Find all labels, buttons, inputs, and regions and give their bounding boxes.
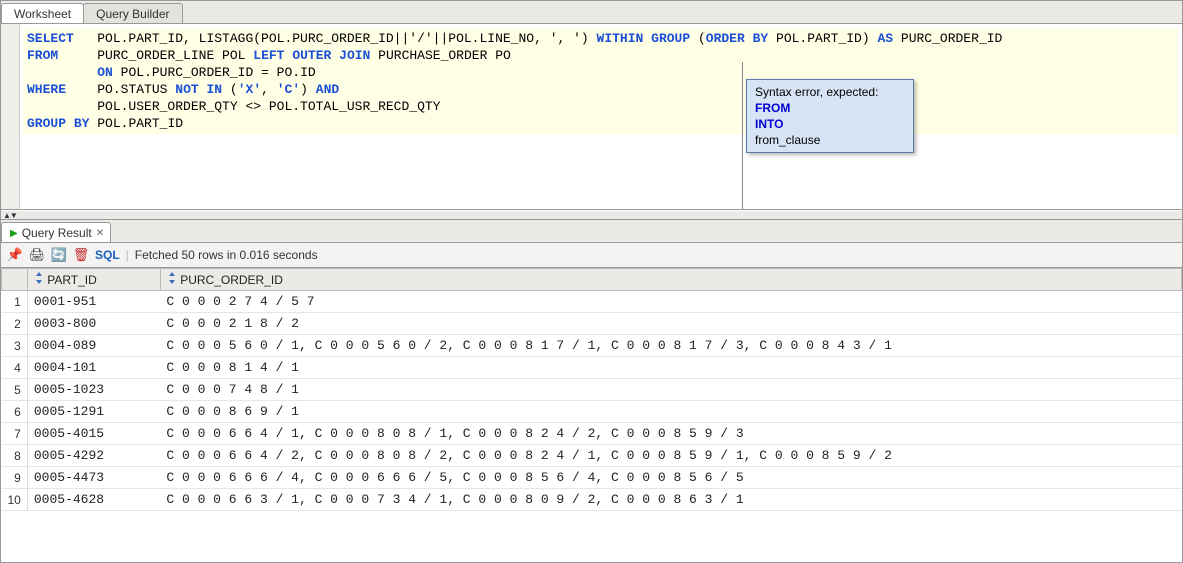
row-number: 9 (2, 467, 28, 489)
table-row[interactable]: 50005-1023C 0 0 0 7 4 8 / 1 (2, 379, 1182, 401)
row-number: 10 (2, 489, 28, 511)
tab-query-result[interactable]: ▶ Query Result ✕ (1, 222, 111, 242)
cell-part-id[interactable]: 0005-4628 (27, 489, 160, 511)
cell-purc-order-id[interactable]: C 0 0 0 6 6 4 / 1, C 0 0 0 8 0 8 / 1, C … (160, 423, 1181, 445)
cell-part-id[interactable]: 0005-4473 (27, 467, 160, 489)
table-row[interactable]: 20003-800C 0 0 0 2 1 8 / 2 (2, 313, 1182, 335)
table-row[interactable]: 40004-101C 0 0 0 8 1 4 / 1 (2, 357, 1182, 379)
row-number: 3 (2, 335, 28, 357)
caret-line (742, 62, 743, 209)
cell-part-id[interactable]: 0005-1291 (27, 401, 160, 423)
table-row[interactable]: 60005-1291C 0 0 0 8 6 9 / 1 (2, 401, 1182, 423)
cell-part-id[interactable]: 0004-101 (27, 357, 160, 379)
cell-purc-order-id[interactable]: C 0 0 0 2 1 8 / 2 (160, 313, 1181, 335)
refresh-icon[interactable]: 🔄 (51, 247, 67, 263)
cell-part-id[interactable]: 0003-800 (27, 313, 160, 335)
print-icon[interactable]: 🖨 (29, 247, 45, 263)
syntax-error-tooltip: Syntax error, expected: FROM INTO from_c… (746, 79, 914, 153)
kw-not: NOT (175, 82, 198, 97)
row-number: 2 (2, 313, 28, 335)
sql-editor[interactable]: SELECT POL.PART_ID, LISTAGG(POL.PURC_ORD… (1, 24, 1182, 210)
row-number: 8 (2, 445, 28, 467)
tooltip-opt-from: FROM (755, 100, 905, 116)
row-number: 6 (2, 401, 28, 423)
sort-icon (34, 272, 44, 284)
sql-code[interactable]: SELECT POL.PART_ID, LISTAGG(POL.PURC_ORD… (23, 28, 1178, 134)
play-icon: ▶ (10, 228, 18, 239)
cell-purc-order-id[interactable]: C 0 0 0 6 6 6 / 4, C 0 0 0 6 6 6 / 5, C … (160, 467, 1181, 489)
tooltip-title: Syntax error, expected: (755, 84, 905, 100)
cell-part-id[interactable]: 0005-1023 (27, 379, 160, 401)
cell-part-id[interactable]: 0005-4292 (27, 445, 160, 467)
tab-query-builder[interactable]: Query Builder (83, 3, 182, 23)
kw-on: ON (97, 65, 113, 80)
toolbar-separator: | (126, 248, 129, 262)
cell-purc-order-id[interactable]: C 0 0 0 8 6 9 / 1 (160, 401, 1181, 423)
tab-query-result-label: Query Result (22, 226, 92, 240)
cell-purc-order-id[interactable]: C 0 0 0 6 6 4 / 2, C 0 0 0 8 0 8 / 2, C … (160, 445, 1181, 467)
cell-part-id[interactable]: 0001-951 (27, 291, 160, 313)
tooltip-opt-into: INTO (755, 116, 905, 132)
cell-purc-order-id[interactable]: C 0 0 0 7 4 8 / 1 (160, 379, 1181, 401)
sql-link[interactable]: SQL (95, 248, 120, 262)
editor-gutter (1, 24, 20, 209)
close-icon[interactable]: ✕ (96, 228, 104, 239)
delete-icon[interactable]: 🗑 (73, 247, 89, 263)
table-row[interactable]: 100005-4628C 0 0 0 6 6 3 / 1, C 0 0 0 7 … (2, 489, 1182, 511)
table-row[interactable]: 80005-4292C 0 0 0 6 6 4 / 2, C 0 0 0 8 0… (2, 445, 1182, 467)
row-number: 4 (2, 357, 28, 379)
col-part-id[interactable]: PART_ID (27, 269, 160, 291)
cell-purc-order-id[interactable]: C 0 0 0 8 1 4 / 1 (160, 357, 1181, 379)
kw-order: ORDER (706, 31, 745, 46)
kw-left: LEFT (253, 48, 284, 63)
row-number-header[interactable] (2, 269, 28, 291)
cell-purc-order-id[interactable]: C 0 0 0 2 7 4 / 5 7 (160, 291, 1181, 313)
kw-from: FROM (27, 48, 58, 63)
splitter[interactable]: ▲▼ (1, 210, 1182, 220)
kw-groupby1: GROUP (27, 116, 66, 131)
kw-select: SELECT (27, 31, 74, 46)
editor-tabs: Worksheet Query Builder (1, 1, 1182, 24)
tooltip-opt-fromclause: from_clause (755, 132, 905, 148)
table-row[interactable]: 90005-4473C 0 0 0 6 6 6 / 4, C 0 0 0 6 6… (2, 467, 1182, 489)
row-number: 7 (2, 423, 28, 445)
table-row[interactable]: 10001-951C 0 0 0 2 7 4 / 5 7 (2, 291, 1182, 313)
kw-where: WHERE (27, 82, 66, 97)
kw-groupby2: BY (74, 116, 90, 131)
table-row[interactable]: 30004-089C 0 0 0 5 6 0 / 1, C 0 0 0 5 6 … (2, 335, 1182, 357)
result-table: PART_ID PURC_ORDER_ID 10001-951C 0 0 0 2… (1, 268, 1182, 511)
fetch-status: Fetched 50 rows in 0.016 seconds (135, 248, 318, 262)
sort-icon (167, 272, 177, 284)
col-purc-order-id[interactable]: PURC_ORDER_ID (160, 269, 1181, 291)
cell-part-id[interactable]: 0004-089 (27, 335, 160, 357)
kw-as: AS (877, 31, 893, 46)
row-number: 5 (2, 379, 28, 401)
kw-by: BY (753, 31, 769, 46)
kw-within: WITHIN (597, 31, 644, 46)
kw-in: IN (206, 82, 222, 97)
cell-purc-order-id[interactable]: C 0 0 0 6 6 3 / 1, C 0 0 0 7 3 4 / 1, C … (160, 489, 1181, 511)
cell-purc-order-id[interactable]: C 0 0 0 5 6 0 / 1, C 0 0 0 5 6 0 / 2, C … (160, 335, 1181, 357)
tab-worksheet[interactable]: Worksheet (1, 3, 84, 23)
pin-icon[interactable]: 📌 (7, 247, 23, 263)
result-toolbar: 📌 🖨 🔄 🗑 SQL | Fetched 50 rows in 0.016 s… (1, 243, 1182, 268)
cell-part-id[interactable]: 0005-4015 (27, 423, 160, 445)
result-grid[interactable]: PART_ID PURC_ORDER_ID 10001-951C 0 0 0 2… (1, 268, 1182, 563)
kw-and: AND (316, 82, 339, 97)
table-row[interactable]: 70005-4015C 0 0 0 6 6 4 / 1, C 0 0 0 8 0… (2, 423, 1182, 445)
kw-join: JOIN (339, 48, 370, 63)
splitter-arrows-icon: ▲▼ (1, 211, 17, 220)
row-number: 1 (2, 291, 28, 313)
result-tabs: ▶ Query Result ✕ (1, 220, 1182, 243)
kw-outer: OUTER (292, 48, 331, 63)
kw-group: GROUP (651, 31, 690, 46)
